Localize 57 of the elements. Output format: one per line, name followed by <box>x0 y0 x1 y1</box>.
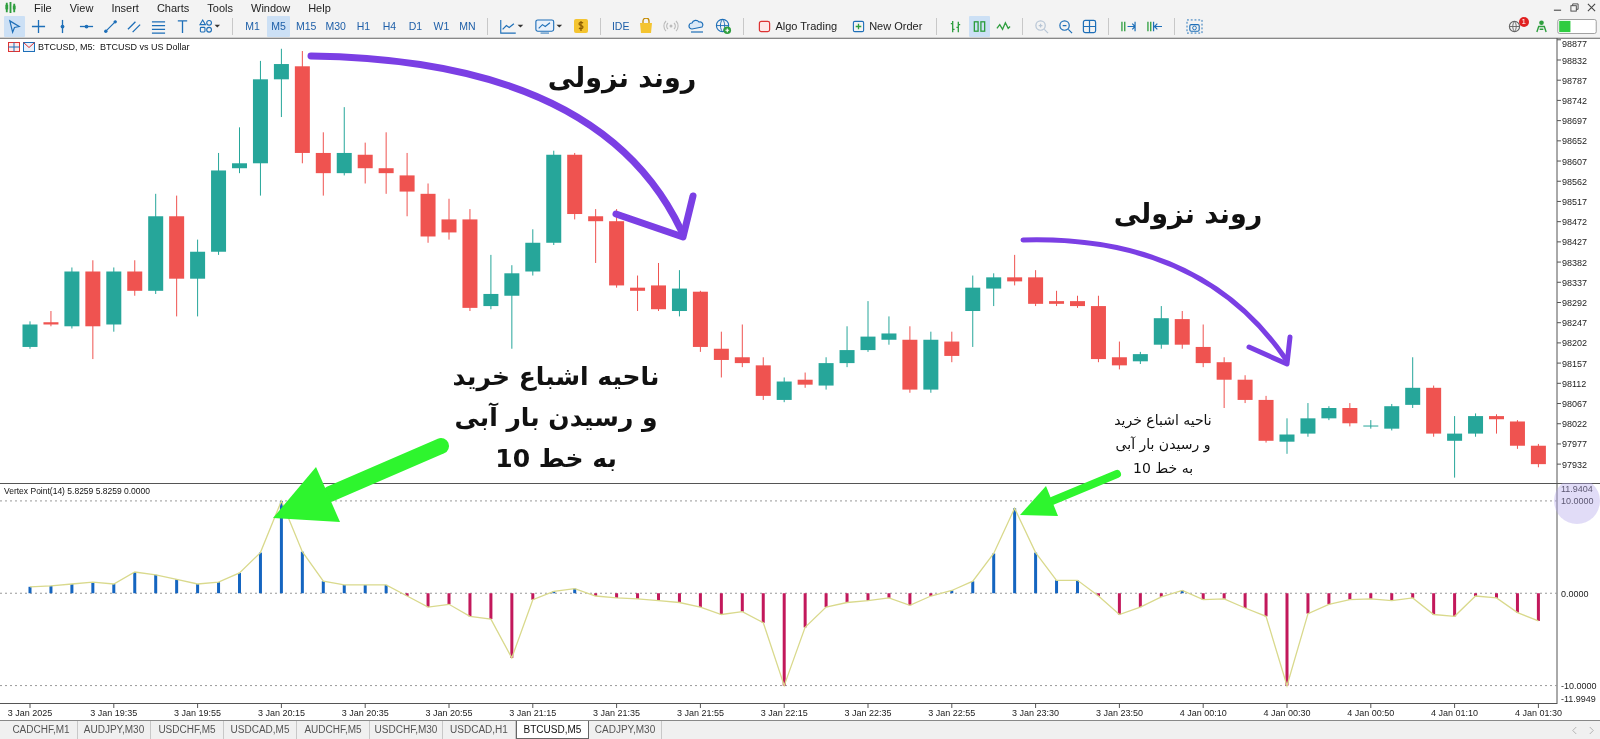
time-label: 3 Jan 20:35 <box>341 708 389 718</box>
indicator-label: 10.0000 <box>1561 496 1594 507</box>
price-label: 98247 <box>1562 318 1588 329</box>
price-label: 97932 <box>1562 459 1588 470</box>
time-label: 3 Jan 22:15 <box>760 708 808 718</box>
time-label: 3 Jan 19:35 <box>90 708 138 718</box>
notification-badge: 1 <box>1518 16 1529 27</box>
price-label: 98202 <box>1562 338 1588 349</box>
annotation-text: به خط 10 <box>495 443 617 475</box>
annotation-text: روند نزولی <box>547 62 697 93</box>
time-label: 3 Jan 20:55 <box>425 708 473 718</box>
time-label: 4 Jan 00:30 <box>1263 708 1311 718</box>
price-label: 98787 <box>1562 75 1588 86</box>
annotation-text: ناحیه اشباع خرید <box>1114 411 1212 431</box>
time-label: 3 Jan 23:50 <box>1095 708 1143 718</box>
indicator-label: 11.9404 <box>1561 484 1593 494</box>
price-label: 98427 <box>1562 237 1588 248</box>
price-label: 98562 <box>1562 176 1588 187</box>
price-label: 98877 <box>1562 39 1588 49</box>
annotation-text: و رسیدن بار آبی <box>1115 435 1211 455</box>
chart-title: BTCUSD, M5: BTCUSD vs US Dollar <box>38 42 190 52</box>
price-label: 98832 <box>1562 55 1588 66</box>
price-label: 98607 <box>1562 156 1588 167</box>
indicator-title: Vertex Point(14) 5.8259 5.8259 0.0000 <box>4 486 151 496</box>
time-label: 4 Jan 01:30 <box>1514 708 1562 718</box>
price-label: 98337 <box>1562 277 1588 288</box>
annotation-text: ناحیه اشباع خرید <box>452 361 660 394</box>
time-label: 3 Jan 21:15 <box>509 708 557 718</box>
time-label: 3 Jan 21:35 <box>593 708 641 718</box>
indicator-label: 0.0000 <box>1561 588 1589 599</box>
price-label: 98292 <box>1562 298 1588 308</box>
time-label: 3 Jan 19:55 <box>174 708 222 718</box>
annotation-text: به خط 10 <box>1132 459 1194 478</box>
time-label: 3 Jan 22:55 <box>928 708 976 718</box>
time-label: 4 Jan 01:10 <box>1431 708 1479 718</box>
indicator-label: -10.0000 <box>1561 681 1597 692</box>
price-label: 98382 <box>1562 257 1588 268</box>
time-label: 3 Jan 20:15 <box>257 708 305 718</box>
time-label: 3 Jan 21:55 <box>676 708 724 718</box>
price-label: 98157 <box>1562 358 1588 369</box>
indicator-label: -11.9949 <box>1561 694 1596 704</box>
time-label: 3 Jan 22:35 <box>844 708 892 718</box>
annotation-text: و رسیدن بار آبی <box>454 401 658 434</box>
price-label: 98517 <box>1562 196 1588 207</box>
price-label: 98697 <box>1562 116 1588 127</box>
annotation-text: روند نزولی <box>1113 198 1263 229</box>
price-label: 98472 <box>1562 217 1588 228</box>
price-label: 98022 <box>1562 419 1588 430</box>
time-label: 3 Jan 23:30 <box>1012 708 1060 718</box>
price-label: 98067 <box>1562 399 1588 409</box>
price-label: 98112 <box>1562 378 1587 389</box>
time-label: 3 Jan 2025 <box>7 708 53 718</box>
price-label: 97977 <box>1562 439 1588 450</box>
price-label: 98652 <box>1562 136 1588 147</box>
time-label: 4 Jan 00:10 <box>1179 708 1227 718</box>
time-label: 4 Jan 00:50 <box>1347 708 1395 718</box>
price-label: 98742 <box>1562 95 1588 106</box>
